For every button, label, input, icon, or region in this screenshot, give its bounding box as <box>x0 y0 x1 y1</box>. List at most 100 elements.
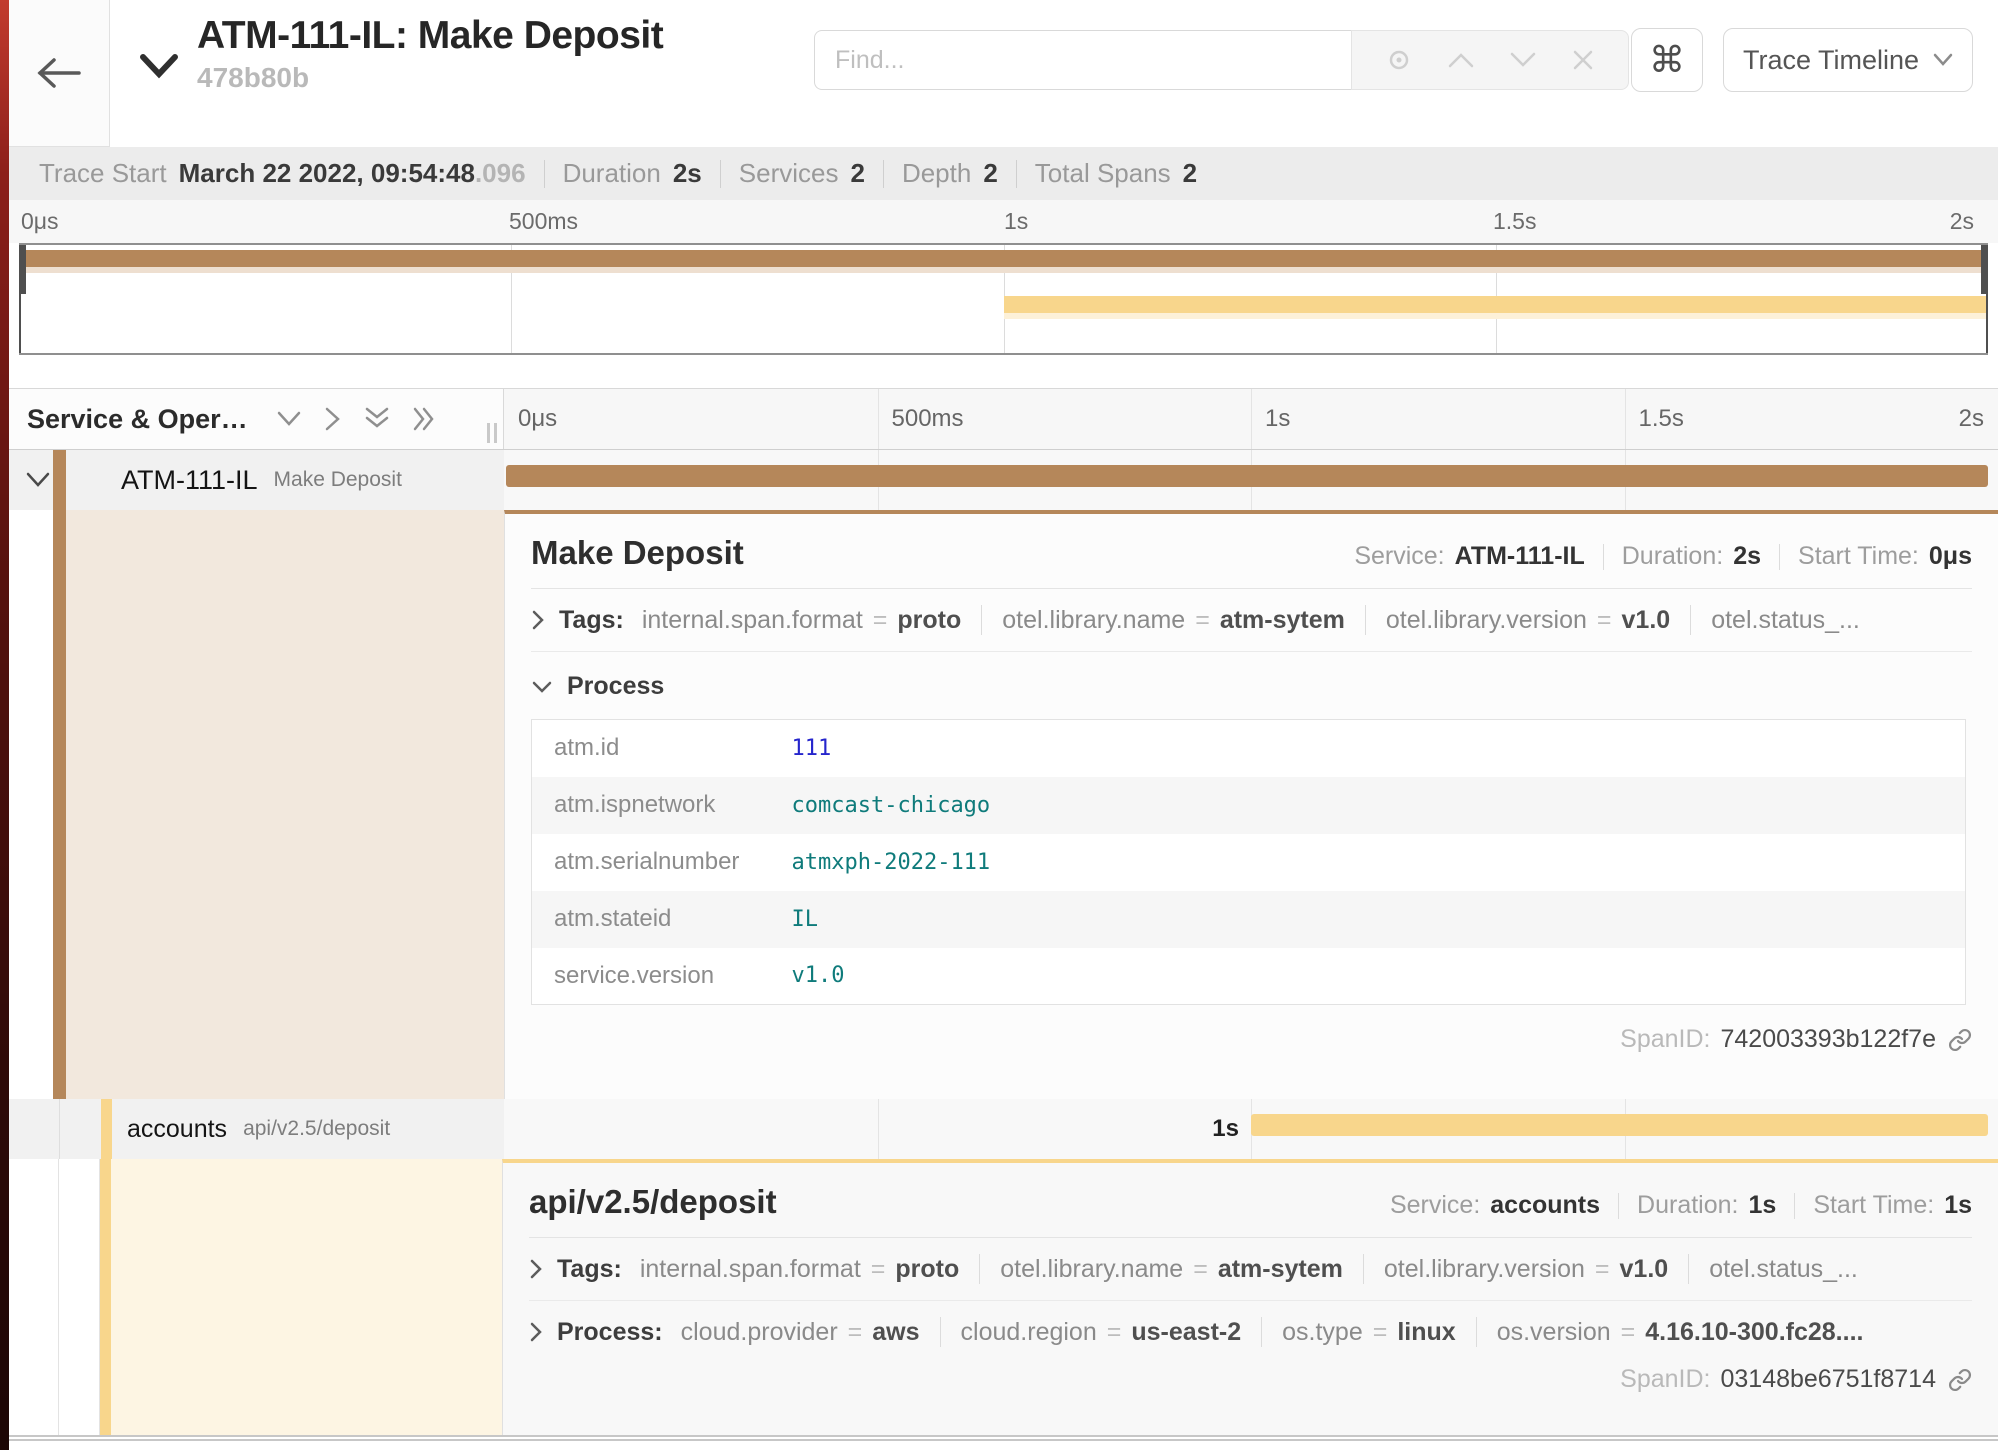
expand-all-button[interactable] <box>412 406 438 432</box>
gridline <box>878 1099 879 1159</box>
trace-view: ATM-111-IL: Make Deposit 478b80b <box>9 0 1998 1450</box>
operation-name: api/v2.5/deposit <box>243 1117 390 1141</box>
divider <box>1779 544 1780 570</box>
minimap-left-scrubber[interactable] <box>19 245 26 294</box>
tags-label: Tags: <box>557 1255 622 1284</box>
chevron-down-icon <box>276 410 302 428</box>
double-chevron-down-icon <box>364 406 390 432</box>
locate-icon <box>1386 47 1412 73</box>
minimap-viewport[interactable] <box>19 243 1988 355</box>
span-id-value: 03148be6751f8714 <box>1720 1365 1936 1394</box>
process-label: Process <box>567 672 664 701</box>
gridline <box>878 389 879 449</box>
span-bar-child[interactable] <box>1251 1114 1988 1136</box>
start-time-label: Start Time: <box>1798 542 1919 571</box>
process-pair: cloud.provider = aws <box>681 1318 920 1347</box>
duration-label: Duration <box>563 158 661 189</box>
service-operation-title: Service & Oper… <box>27 404 248 435</box>
tick-label: 0μs <box>21 208 59 235</box>
process-accordion[interactable]: Process <box>531 652 1972 707</box>
tick-label: 500ms <box>509 208 578 235</box>
span-row-child[interactable]: accounts api/v2.5/deposit 1s <box>9 1099 1998 1159</box>
indent-column <box>59 1159 100 1435</box>
start-time-label: Start Time: <box>1813 1191 1934 1220</box>
divider <box>544 160 545 188</box>
tick-label: 1.5s <box>1639 405 1684 433</box>
collapse-all-button[interactable] <box>364 406 390 432</box>
kv-value: IL <box>792 891 1966 948</box>
divider <box>1363 1254 1364 1284</box>
detail-title: api/v2.5/deposit <box>529 1183 777 1221</box>
duration-label: Duration: <box>1622 542 1723 571</box>
trace-collapse-toggle[interactable] <box>139 52 179 85</box>
service-color-bar <box>101 1099 112 1159</box>
link-icon <box>1948 1368 1972 1392</box>
kv-key: atm.id <box>532 720 792 777</box>
span-id-label: SpanID: <box>1620 1025 1710 1054</box>
chevron-down-icon <box>531 680 553 694</box>
minimap-right-scrubber[interactable] <box>1981 245 1988 294</box>
clear-find-button[interactable] <box>1572 49 1594 71</box>
table-row: service.version v1.0 <box>532 948 1966 1005</box>
back-button[interactable] <box>9 0 110 147</box>
minimap-span-child <box>1004 296 1989 313</box>
service-color-bar <box>100 1159 111 1435</box>
chevron-right-icon <box>529 1258 543 1280</box>
process-accordion[interactable]: Process: cloud.provider = aws cloud.regi… <box>529 1301 1972 1363</box>
tick-label: 0μs <box>518 405 557 433</box>
span-bar-parent[interactable] <box>506 465 1988 487</box>
prev-match-button[interactable] <box>1447 51 1475 69</box>
page-title: ATM-111-IL: Make Deposit <box>197 14 663 58</box>
tag-pair: internal.span.format = proto <box>640 1255 959 1284</box>
duration-value: 1s <box>1749 1191 1777 1220</box>
view-selector-dropdown[interactable]: Trace Timeline <box>1723 28 1973 92</box>
span-name-parent[interactable]: ATM-111-IL Make Deposit <box>9 450 504 510</box>
process-pair: os.version = 4.16.10-300.fc28.... <box>1497 1318 1864 1347</box>
find-group <box>814 30 1629 90</box>
span-name-child[interactable]: accounts api/v2.5/deposit <box>9 1099 504 1159</box>
service-color-bar <box>53 510 66 1099</box>
divider <box>1476 1317 1477 1347</box>
tag-pair: otel.library.name = atm-sytem <box>1002 606 1345 635</box>
column-resize-grip[interactable] <box>487 423 497 443</box>
detail-meta: Service: accounts Duration: 1s Start Tim… <box>1390 1191 1972 1220</box>
service-color-bar <box>53 450 66 510</box>
row-collapse-toggle[interactable] <box>25 471 51 489</box>
divider <box>1794 1193 1795 1219</box>
duration-label: Duration: <box>1637 1191 1738 1220</box>
tag-pair: otel.library.version = v1.0 <box>1384 1255 1668 1284</box>
divider <box>1603 544 1604 570</box>
next-match-button[interactable] <box>1509 51 1537 69</box>
bottom-border <box>9 1435 1998 1441</box>
trace-id: 478b80b <box>197 62 663 94</box>
tags-accordion[interactable]: Tags: internal.span.format = proto otel.… <box>531 589 1972 652</box>
kv-value: 111 <box>792 720 1966 777</box>
back-arrow-icon <box>36 56 82 90</box>
top-bar: ATM-111-IL: Make Deposit 478b80b <box>9 0 1998 147</box>
indent-column <box>9 510 53 1099</box>
total-spans-label: Total Spans <box>1035 158 1171 189</box>
span-track-child: 1s <box>504 1099 1998 1159</box>
span-id-line: SpanID: 03148be6751f8714 <box>529 1365 1972 1394</box>
copy-link-button[interactable] <box>1948 1368 1972 1392</box>
spacer <box>9 355 1998 388</box>
tick-label: 1s <box>1265 405 1290 433</box>
expand-one-button[interactable] <box>324 406 342 432</box>
service-label: Service: <box>1390 1191 1480 1220</box>
collapse-one-button[interactable] <box>276 410 302 428</box>
find-input[interactable] <box>814 30 1351 90</box>
span-row-parent[interactable]: ATM-111-IL Make Deposit <box>9 450 1998 510</box>
services-label: Services <box>739 158 839 189</box>
match-locate-button[interactable] <box>1386 47 1412 73</box>
tag-pair: otel.library.version = v1.0 <box>1386 606 1670 635</box>
kv-key: atm.serialnumber <box>532 834 792 891</box>
trace-summary-bar: Trace Start March 22 2022, 09:54:48 .096… <box>9 147 1998 200</box>
divider <box>981 605 982 635</box>
divider <box>1688 1254 1689 1284</box>
copy-link-button[interactable] <box>1948 1028 1972 1052</box>
chevron-down-icon <box>139 52 179 80</box>
depth-value: 2 <box>983 158 997 189</box>
kv-value: atmxph-2022-111 <box>792 834 1966 891</box>
keyboard-shortcuts-button[interactable]: ⌘ <box>1631 28 1703 92</box>
tags-accordion[interactable]: Tags: internal.span.format = proto otel.… <box>529 1238 1972 1301</box>
